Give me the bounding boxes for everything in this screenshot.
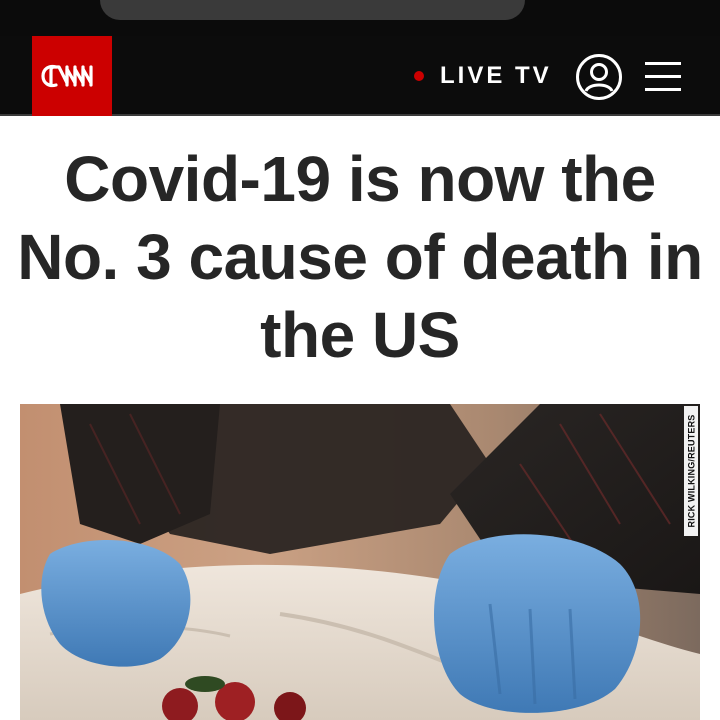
account-button[interactable] [575,53,623,101]
hero-photo [20,404,700,720]
live-tv-label: LIVE TV [440,62,552,89]
status-bar [0,0,720,36]
live-dot-icon [414,71,424,81]
site-header: LIVE TV [0,36,720,116]
photo-credit-text: RICK WILKING/REUTERS [686,414,696,528]
article-headline[interactable]: Covid-19 is now the No. 3 cause of death… [10,140,710,374]
hamburger-menu-icon [645,62,681,91]
live-tv-link[interactable]: LIVE TV [414,36,552,116]
address-bar-pill[interactable] [100,0,525,20]
photo-credit: RICK WILKING/REUTERS [684,406,698,536]
menu-button[interactable] [644,58,682,94]
cnn-logo[interactable] [32,36,112,116]
account-icon [576,54,622,100]
cnn-logo-icon [41,64,93,88]
hero-image[interactable] [20,404,700,720]
cnn-mobile-page: LIVE TV Covid-19 is now the No. 3 cause … [0,0,720,720]
